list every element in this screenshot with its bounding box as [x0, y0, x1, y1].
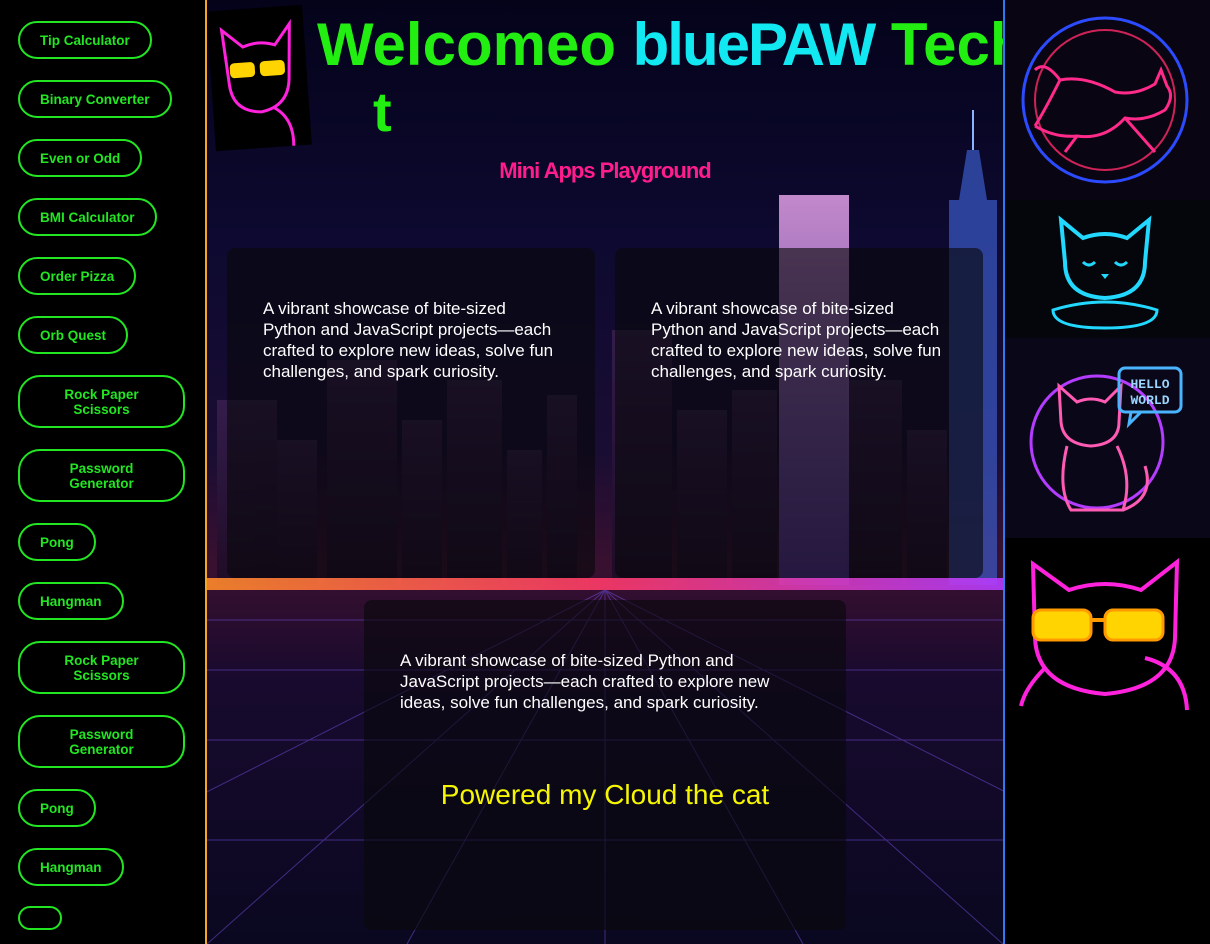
nav-button-even-or-odd[interactable]: Even or Odd	[18, 139, 143, 177]
sidebar-nav: Tip Calculator Binary Converter Even or …	[0, 0, 207, 944]
main-content: Welcomeo bluePAW Tech t Mini Apps Playgr…	[207, 0, 1005, 944]
nav-button-hangman-2[interactable]: Hangman	[18, 848, 124, 886]
neon-running-cat-image	[1005, 0, 1210, 200]
info-card: A vibrant showcase of bite-sized Python …	[364, 600, 846, 930]
info-card: A vibrant showcase of bite-sized Python …	[615, 248, 983, 578]
card-text: A vibrant showcase of bite-sized Python …	[263, 299, 554, 381]
nav-button-hangman[interactable]: Hangman	[18, 582, 124, 620]
nav-button-order-pizza[interactable]: Order Pizza	[18, 257, 137, 295]
page-title: Welcomeo bluePAW Tech	[317, 10, 1003, 80]
nav-button-orb-quest[interactable]: Orb Quest	[18, 316, 129, 354]
nav-button-pong[interactable]: Pong	[18, 523, 96, 561]
info-card: A vibrant showcase of bite-sized Python …	[227, 248, 595, 578]
neon-sunglasses-cat-image	[1005, 538, 1210, 738]
card-text: A vibrant showcase of bite-sized Python …	[400, 651, 770, 712]
title-wrapped-text: t	[373, 80, 392, 143]
speech-bubble-text-line1: HELLO	[1130, 377, 1169, 392]
page-subtitle: Mini Apps Playground	[499, 158, 711, 183]
nav-button-password-generator-2[interactable]: Password Generator	[18, 715, 185, 768]
title-tech-text: Tech	[890, 11, 1003, 78]
card-text: A vibrant showcase of bite-sized Python …	[651, 299, 942, 381]
neon-hello-world-cat-image: HELLO WORLD	[1005, 338, 1210, 538]
title-brand-text: bluePAW	[632, 11, 877, 78]
title-welcome-text: Welcomeo	[317, 11, 616, 78]
nav-button-password-generator[interactable]: Password Generator	[18, 449, 185, 502]
nav-button-rock-paper-scissors-2[interactable]: Rock Paper Scissors	[18, 641, 185, 694]
nav-button-tip-calculator[interactable]: Tip Calculator	[18, 21, 152, 59]
neon-sleepy-cat-image	[1005, 200, 1210, 338]
nav-button-binary-converter[interactable]: Binary Converter	[18, 80, 172, 118]
nav-button-rock-paper-scissors[interactable]: Rock Paper Scissors	[18, 375, 185, 428]
nav-button-bmi-calculator[interactable]: BMI Calculator	[18, 198, 157, 236]
speech-bubble-text-line2: WORLD	[1130, 393, 1169, 408]
nav-button-empty[interactable]	[18, 906, 62, 930]
powered-by-text: Powered my Cloud the cat	[440, 779, 770, 810]
nav-button-pong-2[interactable]: Pong	[18, 789, 96, 827]
right-image-panel: HELLO WORLD	[1005, 0, 1210, 944]
